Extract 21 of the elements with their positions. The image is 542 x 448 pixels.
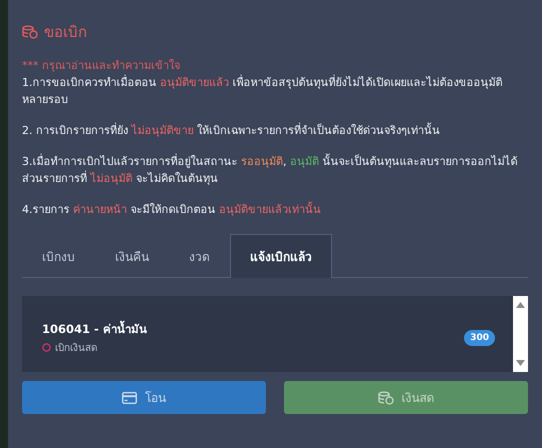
payment-method: เบิกเงินสด [55, 342, 97, 355]
tab[interactable]: เบิกงบ [22, 234, 95, 278]
tab[interactable]: แจ้งเบิกแล้ว [230, 234, 332, 278]
rule-text: 2. การเบิกรายการที่ยัง ไม่อนุมัติขาย ให้เบิกเฉพาะรายการที่จำเป็นต้องใช้ด่วนจริงๆเท่านั้น [22, 122, 441, 139]
rule-text: 3.เมื่อทำการเบิกไปแล้วรายการที่อยู่ในสถานะ รออนุมัติ, อนุมัติ นั้นจะเป็นต้นทุนและลบรายการออกไม่ได้ ส่วนรายการที่ ไม่อนุมัติ จะไม่คิดในต้นทุน [22, 153, 518, 187]
tab[interactable]: งวด [169, 234, 230, 278]
notice-text: *** กรุณาอ่านและทำความเข้าใจ [22, 58, 181, 74]
scroll-up-icon[interactable] [516, 302, 525, 308]
amount-badge: 300 [464, 330, 495, 346]
scrollbar[interactable] [513, 296, 528, 372]
rule-text: 1.การขอเบิกควรทำเมื่อตอน อนุมัติขายแล้ว เพื่อหาข้อสรุปต้นทุนที่ยังไม่ได้เปิดเผยและไม่ต้องขออนุมัติหลายรอบ [22, 74, 504, 108]
transfer-button[interactable]: โอน [22, 381, 266, 414]
item-title: 106041 - ค่าน้ำมัน [42, 320, 148, 338]
coins-icon [378, 390, 394, 404]
tab[interactable]: เงินคืน [95, 234, 169, 278]
dialog-title: ขอเบิก [44, 22, 87, 43]
credit-card-icon [122, 392, 137, 404]
rule-text: 4.รายการ ค่านายหน้า จะมีให้กดเบิกตอน อนุมัติขายแล้วเท่านั้น [22, 201, 322, 218]
coins-icon [22, 25, 38, 39]
circle-icon [42, 343, 51, 352]
scroll-down-icon[interactable] [516, 360, 525, 366]
